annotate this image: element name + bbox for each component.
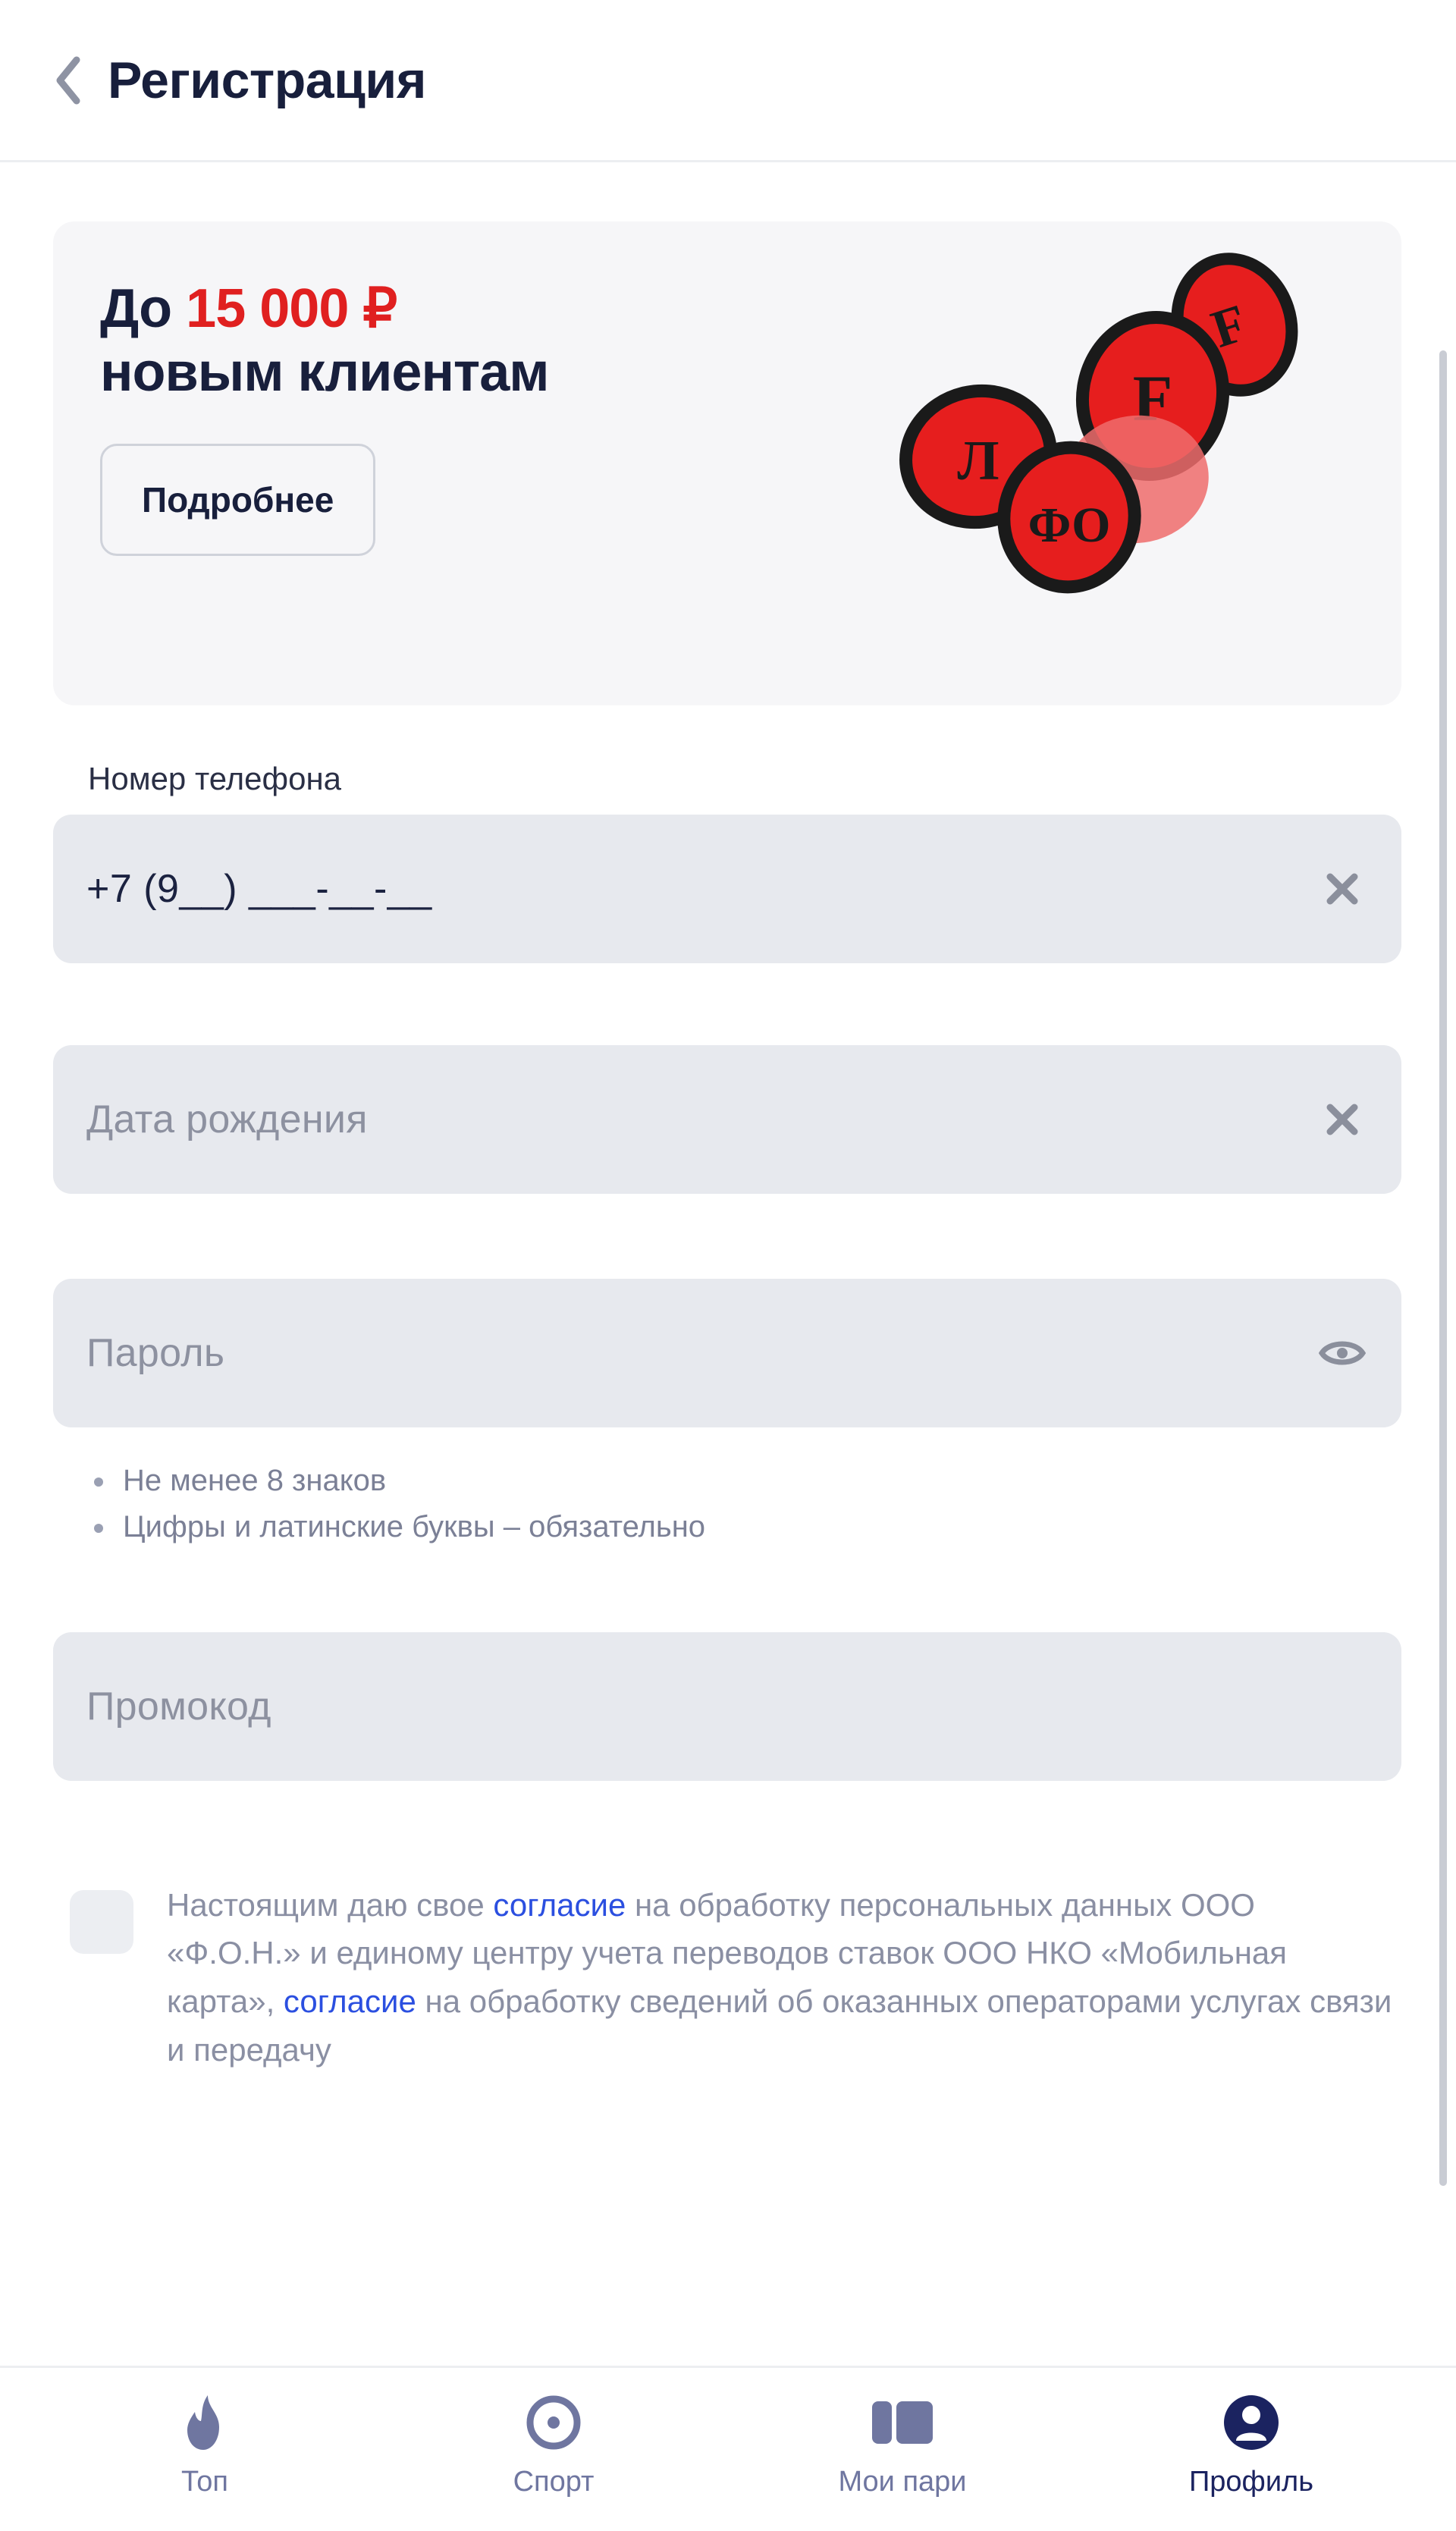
scroll-area: До 15 000 ₽ новым клиентам Подробнее F F [0,162,1456,2366]
promo-details-button[interactable]: Подробнее [100,444,376,557]
password-field[interactable]: Пароль [53,1279,1401,1427]
page-title: Регистрация [108,51,426,109]
consent-link-personal-data[interactable]: согласие [493,1887,626,1923]
consent-block: Настоящим даю свое согласие на обработку… [53,1881,1401,2074]
consent-text: Настоящим даю свое согласие на обработку… [167,1881,1395,2074]
target-icon [526,2390,582,2455]
promo-banner[interactable]: До 15 000 ₽ новым клиентам Подробнее F F [53,221,1401,705]
flame-icon [183,2390,227,2455]
registration-screen: Регистрация До 15 000 ₽ новым клиентам П… [0,0,1456,2531]
nav-item-my-bets[interactable]: Мои пари [789,2390,1016,2496]
scrollbar-thumb[interactable] [1439,350,1447,2186]
promo-title: До 15 000 ₽ новым клиентам [100,278,1401,404]
svg-text:Л: Л [957,430,999,492]
promo-title-suffix: новым клиентам [100,341,549,403]
birthdate-field[interactable]: Дата рождения [53,1045,1401,1194]
phone-field-label: Номер телефона [88,761,342,796]
nav-item-top[interactable]: Топ [91,2390,318,2496]
nav-item-profile[interactable]: Профиль [1138,2390,1365,2496]
promocode-field[interactable]: Промокод [53,1631,1401,1781]
consent-link-operator-data[interactable]: согласие [284,1983,416,2019]
password-hints: Не менее 8 знаков Цифры и латинские букв… [83,1458,1401,1550]
nav-label-my-bets: Мои пари [838,2465,967,2498]
chevron-left-icon[interactable] [47,54,88,107]
nav-label-sport: Спорт [513,2465,595,2498]
birthdate-input[interactable]: Дата рождения [86,1097,368,1142]
nav-label-profile: Профиль [1188,2465,1314,2498]
ticket-icon [871,2390,934,2455]
password-hint: Цифры и латинские буквы – обязательно [83,1504,1401,1550]
scrollbar[interactable] [1439,176,1447,2352]
promo-amount: 15 000 ₽ [186,278,397,339]
close-icon[interactable] [1316,1094,1368,1145]
consent-checkbox[interactable] [70,1889,133,1954]
svg-text:ФО: ФО [1028,498,1111,553]
form-content: До 15 000 ₽ новым клиентам Подробнее F F [0,221,1456,2074]
phone-field[interactable]: +7 (9__) ___-__-__ [53,815,1401,963]
app-header: Регистрация [0,0,1456,162]
promo-title-prefix: До [100,278,187,339]
password-input[interactable]: Пароль [86,1330,224,1376]
password-hint: Не менее 8 знаков [83,1458,1401,1504]
phone-input[interactable]: +7 (9__) ___-__-__ [86,866,432,912]
eye-icon[interactable] [1316,1327,1368,1379]
consent-text-part1: Настоящим даю свое [167,1886,494,1923]
nav-label-top: Топ [181,2465,228,2498]
person-icon [1222,2390,1280,2455]
close-icon[interactable] [1316,863,1368,915]
nav-item-sport[interactable]: Спорт [440,2390,667,2496]
bottom-navigation: Топ Спорт Мои пари Профиль [0,2366,1456,2531]
promocode-input[interactable]: Промокод [86,1684,271,1729]
